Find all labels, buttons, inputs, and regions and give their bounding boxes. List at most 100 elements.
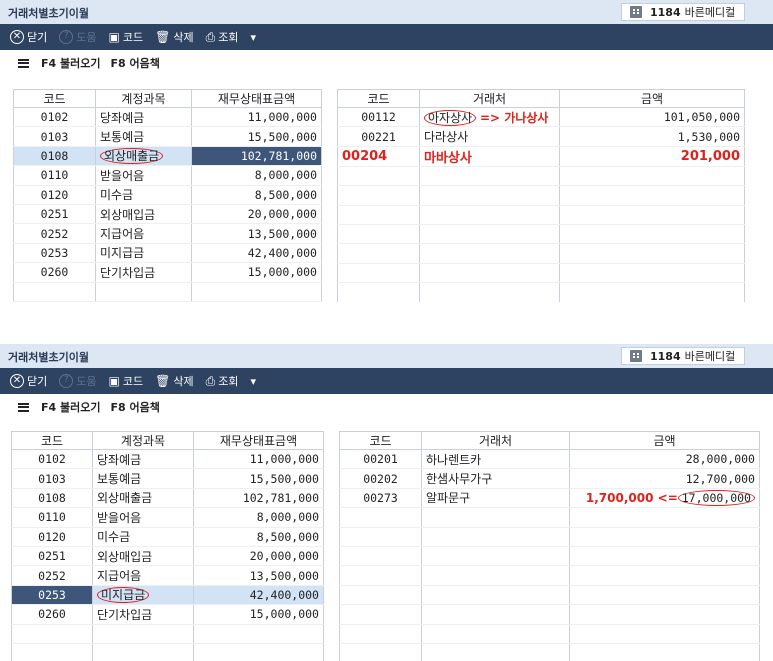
table-header: 코드 거래처 금액 [337,89,745,108]
col-account: 계정과목 [92,431,194,450]
table-row-empty[interactable] [337,166,745,187]
table-row-empty[interactable] [339,624,760,644]
table-row-empty[interactable] [339,585,760,606]
search-button[interactable]: ⎙ 조회 [206,373,239,389]
table-row-empty[interactable] [13,301,322,302]
table-row[interactable]: 0110 받을어음 8,000,000 [13,165,322,186]
table-row-empty[interactable] [337,263,745,284]
table-row[interactable]: 0120 미수금 8,500,000 [11,527,324,547]
building-icon [630,6,642,18]
table-row[interactable]: 00221 다라상사 1,530,000 [337,126,745,147]
table-row[interactable]: 00201 하나렌트카 28,000,000 [339,449,760,470]
table-row[interactable]: 0103 보통예금 15,500,000 [11,468,324,489]
window-titlebar: 거래처별초기이월 1184 바른메디컬 [0,344,773,368]
f8-notebook-button[interactable]: F8 어음책 [110,55,159,71]
table-row[interactable]: 0252 지급어음 13,500,000 [13,223,322,244]
delete-button[interactable]: 🗑 삭제 [155,29,193,45]
table-row[interactable]: 0110 받을어음 8,000,000 [11,507,324,528]
panel-bottom: 거래처별초기이월 1184 바른메디컬 ✕ 닫기 ? 도움 ▣ 코드 🗑 삭제 ⎙ 조회 … [0,344,773,661]
table-row-empty[interactable] [337,243,745,264]
table-row-empty[interactable] [337,224,745,245]
table-row[interactable]: 0252 지급어음 13,500,000 [11,565,324,586]
table-row-empty[interactable] [337,282,745,302]
table-row-empty[interactable] [339,565,760,586]
more-dropdown[interactable]: ▾ [250,375,256,388]
table-row[interactable]: 0260 단기차입금 15,000,000 [13,262,322,283]
trash-icon: 🗑 [155,374,171,388]
chevron-down-icon: ▾ [250,374,256,388]
table-row[interactable]: 0120 미수금 8,500,000 [13,185,322,205]
table-row[interactable]: 0251 외상매입금 20,000,000 [13,204,322,225]
table-row[interactable]: 00202 한샘사무가구 12,700,000 [339,468,760,489]
f4-load-button[interactable]: F4 불러오기 [41,55,100,71]
table-row[interactable]: 0103 보통예금 15,500,000 [13,126,322,147]
annotation-note: => 가나상사 [480,110,549,125]
close-button[interactable]: ✕ 닫기 [10,29,47,45]
table-row-empty[interactable] [337,205,745,225]
more-dropdown[interactable]: ▾ [250,31,256,44]
annotation-note: 1,700,000 <= [585,490,678,505]
col-amount: 재무상태표금액 [193,431,324,450]
table-row-selected[interactable]: 0108 외상매출금 102,781,000 [13,146,322,167]
table-row[interactable]: 00112 아자상사 => 가나상사 101,050,000 [337,107,745,128]
table-row-empty[interactable] [339,604,760,625]
table-row[interactable]: 0253 미지급금 42,400,000 [13,243,322,264]
col-amount: 금액 [569,431,760,450]
panel-top: 거래처별초기이월 1184 바른메디컬 ✕ 닫기 ? 도움 ▣ 코드 🗑 삭제 ⎙ 조회 … [0,0,773,302]
company-badge[interactable]: 1184 바른메디컬 [621,3,745,21]
table-header: 코드 거래처 금액 [339,431,760,450]
table-row[interactable]: 00273 알파문구 1,700,000 <= 17,000,000 [339,488,760,509]
chevron-down-icon: ▾ [250,30,256,44]
delete-button[interactable]: 🗑 삭제 [155,373,193,389]
table-row-empty[interactable] [337,185,745,206]
table-row-empty[interactable] [339,527,760,547]
table-row-empty[interactable] [339,507,760,528]
company-name: 바른메디컬 [684,350,736,363]
window-title: 거래처별초기이월 [8,351,89,364]
trash-icon: 🗑 [155,30,171,44]
accounts-table: 코드 계정과목 재무상태표금액 0102 당좌예금 11,000,000 0103 보… [11,431,324,661]
f4-load-button[interactable]: F4 불러오기 [41,399,100,415]
company-code: 1184 [650,349,681,363]
table-header: 코드 계정과목 재무상태표금액 [13,89,322,108]
table-row[interactable]: 0102 당좌예금 11,000,000 [13,107,322,128]
code-button[interactable]: ▣ 코드 [109,373,144,389]
col-code: 코드 [13,89,96,108]
highlight-oval: 미지급금 [97,587,150,604]
help-button[interactable]: ? 도움 [59,29,97,45]
table-row-empty[interactable] [339,546,760,567]
accounts-table: 코드 계정과목 재무상태표금액 0102 당좌예금 11,000,000 0103 보… [13,89,322,302]
close-button[interactable]: ✕ 닫기 [10,373,47,389]
table-row-empty[interactable] [11,624,324,644]
vendors-table: 코드 거래처 금액 00201 하나렌트카 28,000,000 00202 한샘사무… [339,431,760,661]
col-amount: 금액 [559,89,745,108]
table-row-added[interactable]: 00204 마바상사 201,000 [337,146,745,167]
help-button[interactable]: ? 도움 [59,373,97,389]
building-icon [630,350,642,362]
col-account: 계정과목 [95,89,192,108]
table-row[interactable]: 0260 단기차입금 15,000,000 [11,604,324,625]
table-row[interactable]: 0102 당좌예금 11,000,000 [11,449,324,470]
col-code: 코드 [11,431,93,450]
menu-icon[interactable] [18,58,29,68]
menu-icon[interactable] [18,402,29,412]
table-row-empty[interactable] [13,282,322,302]
printer-icon: ⎙ [205,373,216,388]
table-row-empty[interactable] [339,643,760,661]
highlight-oval: 17,000,000 [677,489,755,506]
code-button[interactable]: ▣ 코드 [109,29,144,45]
window-title: 거래처별초기이월 [8,7,89,20]
table-row[interactable]: 0251 외상매입금 20,000,000 [11,546,324,567]
close-icon: ✕ [10,374,24,388]
help-icon: ? [59,30,74,44]
col-vendor: 거래처 [421,431,570,450]
f8-notebook-button[interactable]: F8 어음책 [110,399,159,415]
company-badge[interactable]: 1184 바른메디컬 [621,347,745,365]
toolbar: ✕ 닫기 ? 도움 ▣ 코드 🗑 삭제 ⎙ 조회 ▾ [0,24,773,50]
search-button[interactable]: ⎙ 조회 [206,29,239,45]
code-icon: ▣ [108,30,120,44]
table-row-empty[interactable] [11,643,324,661]
table-row-selected[interactable]: 0253 미지급금 42,400,000 [11,585,324,606]
highlight-oval: 외상매출금 [100,148,164,165]
table-row[interactable]: 0108 외상매출금 102,781,000 [11,488,324,509]
